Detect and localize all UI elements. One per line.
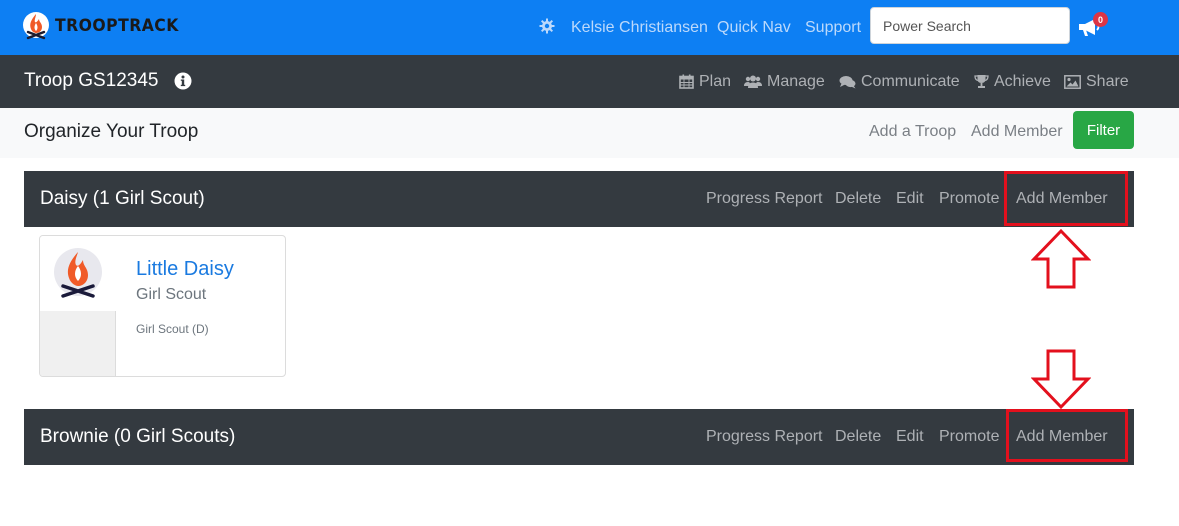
campfire-logo-icon [23, 12, 49, 40]
progress-report-link[interactable]: Progress Report [706, 428, 823, 446]
page-title: Organize Your Troop [24, 121, 199, 142]
nav-share-label: Share [1086, 72, 1129, 90]
info-icon[interactable] [174, 72, 192, 90]
down-arrow-annotation-icon [1031, 349, 1091, 410]
nav-achieve[interactable]: Achieve [974, 55, 1051, 108]
member-card[interactable]: Little Daisy Girl Scout Girl Scout (D) [39, 235, 286, 377]
nav-achieve-label: Achieve [994, 72, 1051, 90]
top-navbar: TROOPTRACK Kelsie Christiansen Quick Nav… [0, 0, 1179, 55]
level-header-brownie: Brownie (0 Girl Scouts) Progress Report … [24, 409, 1134, 465]
troop-navbar: Troop GS12345 Plan Manage Communicate Ac… [0, 55, 1179, 108]
add-member-link[interactable]: Add Member [971, 123, 1063, 141]
page-header: Organize Your Troop Add a Troop Add Memb… [0, 108, 1179, 158]
level-title: Brownie (0 Girl Scouts) [40, 426, 236, 447]
promote-link[interactable]: Promote [939, 190, 999, 208]
delete-link[interactable]: Delete [835, 190, 881, 208]
nav-manage-label: Manage [767, 72, 825, 90]
promote-link[interactable]: Promote [939, 428, 999, 446]
calendar-icon [679, 74, 694, 89]
member-card-sidebar [40, 236, 116, 376]
highlight-box [1006, 409, 1128, 462]
level-header-daisy: Daisy (1 Girl Scout) Progress Report Del… [24, 171, 1134, 227]
trophy-icon [974, 75, 989, 88]
power-search-input[interactable] [870, 7, 1070, 44]
user-menu-link[interactable]: Kelsie Christiansen [571, 0, 708, 55]
comments-icon [839, 75, 856, 88]
level-title: Daisy (1 Girl Scout) [40, 188, 205, 209]
nav-plan-label: Plan [699, 72, 732, 90]
add-troop-link[interactable]: Add a Troop [869, 123, 956, 141]
member-name-link[interactable]: Little Daisy [136, 258, 234, 281]
nav-communicate[interactable]: Communicate [839, 55, 960, 108]
progress-report-link[interactable]: Progress Report [706, 190, 823, 208]
gear-icon[interactable] [539, 18, 555, 34]
campfire-avatar-icon [54, 247, 102, 298]
avatar [40, 236, 116, 311]
nav-communicate-label: Communicate [861, 72, 960, 90]
brand-name: TROOPTRACK [55, 16, 179, 36]
edit-link[interactable]: Edit [896, 428, 924, 446]
filter-button[interactable]: Filter [1073, 111, 1134, 149]
delete-link[interactable]: Delete [835, 428, 881, 446]
image-icon [1064, 74, 1081, 89]
quick-nav-link[interactable]: Quick Nav [717, 0, 791, 55]
notification-count-badge: 0 [1093, 12, 1108, 27]
troop-title[interactable]: Troop GS12345 [24, 70, 159, 92]
users-icon [744, 75, 762, 88]
up-arrow-annotation-icon [1031, 228, 1091, 289]
member-level-detail: Girl Scout (D) [136, 322, 209, 336]
nav-plan[interactable]: Plan [679, 55, 731, 108]
support-link[interactable]: Support [805, 0, 861, 55]
nav-share[interactable]: Share [1064, 55, 1129, 108]
edit-link[interactable]: Edit [896, 190, 924, 208]
highlight-box [1004, 171, 1128, 226]
member-role: Girl Scout [136, 286, 207, 303]
nav-manage[interactable]: Manage [744, 55, 825, 108]
brand-logo[interactable]: TROOPTRACK [22, 11, 190, 41]
